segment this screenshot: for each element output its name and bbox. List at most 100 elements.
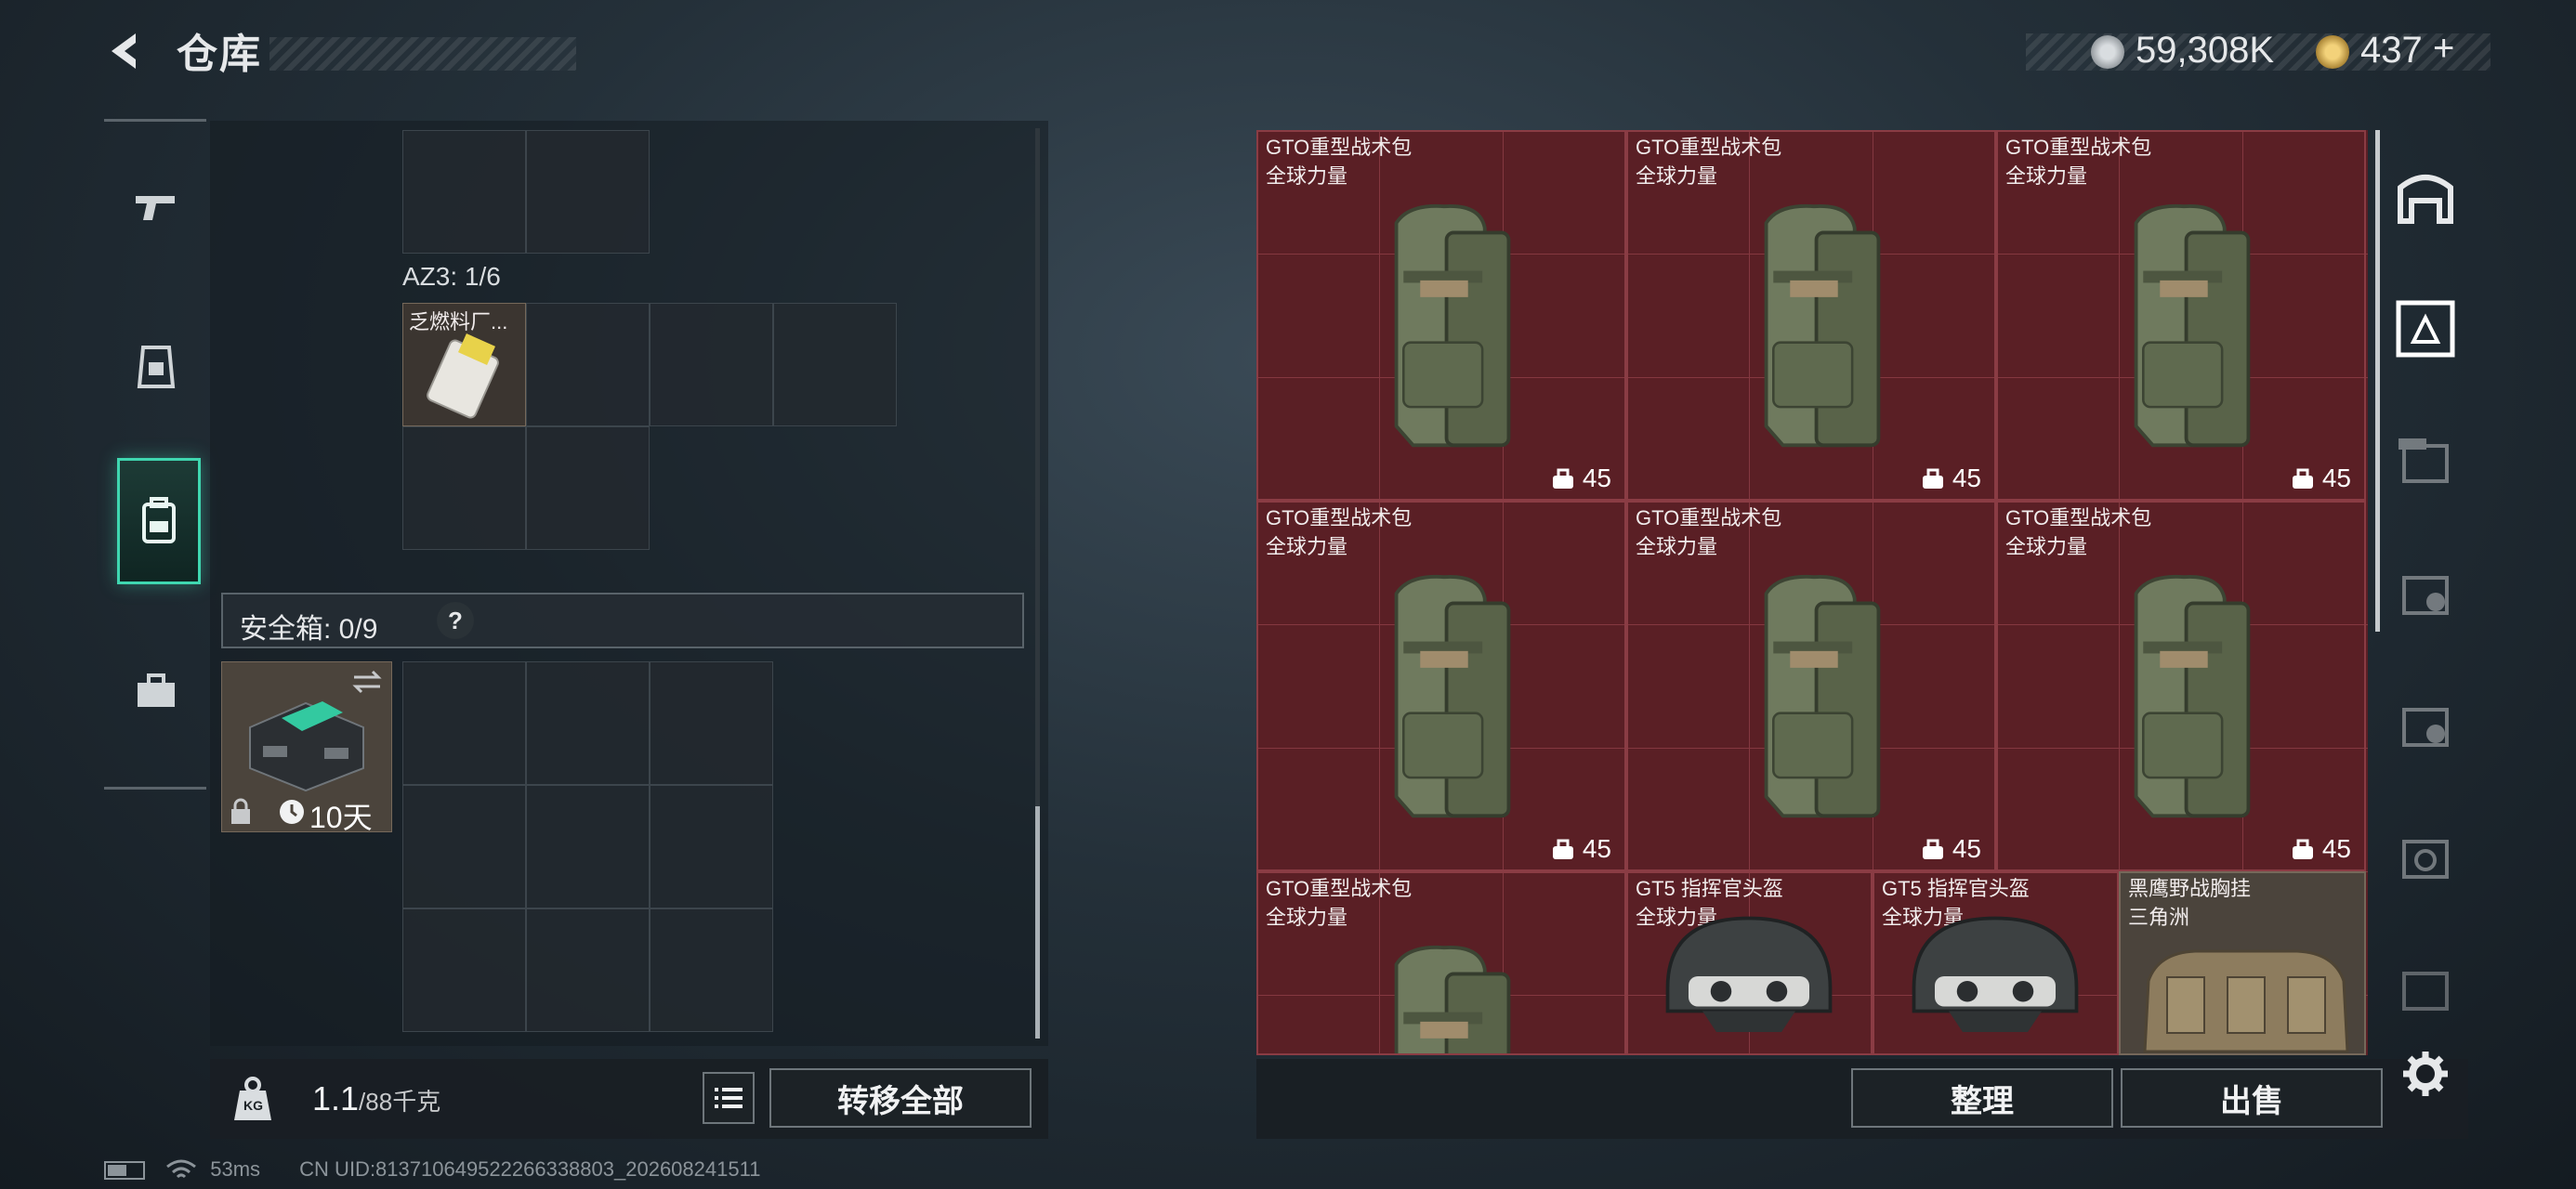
stash-item-backpack[interactable]: GTO重型战术包 全球力量 45 [1996,130,2366,501]
safebox-slot[interactable] [526,661,650,785]
item-name: GT5 指挥官头盔 [1636,877,1783,900]
grid-slot[interactable] [526,426,650,550]
grid-slot[interactable] [773,303,897,426]
weight-value: 1.1 [312,1079,360,1117]
grid-slot[interactable] [402,426,526,550]
capacity-value: 45 [1582,834,1611,863]
stash-tab-iv-icon[interactable] [2393,427,2458,492]
backpack-image [2134,203,2251,448]
capacity-value: 45 [1582,464,1611,492]
stash-item-helmet[interactable]: GT5 指挥官头盔 全球力量 [1873,871,2119,1055]
transfer-all-button[interactable]: 转移全部 [769,1068,1032,1128]
safebox-slot[interactable] [402,661,526,785]
item-name: GT5 指挥官头盔 [1882,877,2030,900]
battery-icon [104,1161,145,1181]
capacity-icon [1922,468,1943,489]
toolbox-tab[interactable] [117,653,195,731]
grid-slot[interactable] [402,130,526,254]
stash-item-helmet[interactable]: GT5 指挥官头盔 全球力量 [1626,871,1873,1055]
list-view-button[interactable] [703,1072,755,1124]
list-icon [715,1088,743,1108]
stash-scrollbar-thumb[interactable] [2375,130,2380,632]
silver-coin-icon [2091,35,2124,69]
capacity-icon [1922,839,1943,859]
az3-capacity-label: AZ3: 1/6 [402,262,501,291]
keycard-icon [427,333,499,419]
safebox-item[interactable]: 10天 [221,661,392,834]
safebox-slot[interactable] [526,908,650,1032]
backpack-image [1764,574,1881,818]
gear-icon[interactable] [2401,1050,2450,1098]
clock-icon [280,800,304,824]
gold-coin-icon [2316,35,2349,69]
sell-button[interactable]: 出售 [2121,1068,2383,1128]
capacity-value: 45 [1952,464,1981,492]
stash-item-backpack[interactable]: GTO重型战术包 全球力量 45 [1996,501,2366,871]
backpack-image [1764,203,1881,448]
title-stripe-decoration [269,37,576,71]
item-capacity: 45 [1551,834,1611,864]
capacity-value: 45 [2321,834,2351,863]
inventory-footer: KG 1.1 /88千克 转移全部 [210,1059,1048,1139]
item-capacity: 45 [1551,464,1611,493]
item-faction: 全球力量 [2005,164,2088,188]
item-name: 黑鹰野战胸挂 [2128,877,2252,900]
capacity-icon [1552,839,1573,859]
add-premium-button[interactable]: + [2433,28,2454,70]
safebox-slot[interactable] [402,908,526,1032]
warehouse-icon[interactable] [2393,163,2458,229]
safebox-slot[interactable] [650,785,773,908]
safebox-case-icon [249,701,364,792]
safebox-header: 安全箱: 0/9 ? [221,593,1024,648]
back-arrow-icon[interactable] [102,28,149,74]
safebox-help-button[interactable]: ? [437,602,474,639]
capacity-icon [2292,839,2313,859]
item-faction: 全球力量 [1636,164,1718,188]
stash-tab-v-icon[interactable] [2393,823,2458,888]
uid-readout: CN UID:813710649522266338803_20260824151… [299,1157,761,1181]
capacity-value: 45 [1952,834,1981,863]
helmet-image [1665,916,1833,1034]
stash-item-backpack[interactable]: GTO重型战术包 全球力量 [1256,871,1626,1055]
stash-item-chest-rig[interactable]: 黑鹰野战胸挂 三角洲 [2119,871,2366,1055]
item-capacity: 45 [2291,464,2351,493]
armor-tab[interactable] [117,328,195,406]
backpack-icon [142,497,176,543]
safebox-time-remaining: 10天 [309,801,373,834]
backpack-tab[interactable] [117,458,201,584]
safebox-slot[interactable] [526,785,650,908]
fuel-plant-keycard-item[interactable]: 乏燃料厂... [402,303,526,426]
stash-item-backpack[interactable]: GTO重型战术包 全球力量 45 [1256,501,1626,871]
inventory-scrollbar-thumb[interactable] [1035,806,1040,1039]
stash-footer: 整理 出售 [1256,1059,2468,1139]
wifi-icon [166,1159,197,1179]
chest-rig-image [2143,949,2349,1053]
weight-readout: 1.1 /88千克 [312,1079,440,1118]
stash-tab-iv-2-icon[interactable] [2393,691,2458,756]
item-capacity: 45 [1921,834,1981,864]
stash-tab-gti-2-icon[interactable] [2393,955,2458,1020]
stash-item-backpack[interactable]: GTO重型战术包 全球力量 45 [1626,130,1996,501]
weapons-tab[interactable] [117,168,195,246]
item-faction: 全球力量 [1266,164,1348,188]
premium-amount: 437 [2360,30,2423,71]
sort-button[interactable]: 整理 [1851,1068,2113,1128]
safebox-slot[interactable] [650,908,773,1032]
capacity-icon [1552,468,1573,489]
stash-tab-gti-active-icon[interactable] [2393,295,2458,360]
grid-slot[interactable] [526,130,650,254]
capacity-icon [2292,468,2313,489]
stash-tab-gti-icon[interactable] [2393,559,2458,624]
status-footer: 53ms CN UID:813710649522266338803_202608… [104,1157,760,1182]
item-faction: 全球力量 [2005,535,2088,558]
safebox-slot[interactable] [650,661,773,785]
vest-icon [137,346,176,388]
weight-max: /88千克 [359,1088,441,1116]
backpack-image [1394,574,1511,818]
safebox-slot[interactable] [402,785,526,908]
item-faction: 全球力量 [1266,535,1348,558]
stash-item-backpack[interactable]: GTO重型战术包 全球力量 45 [1256,130,1626,501]
grid-slot[interactable] [650,303,773,426]
grid-slot[interactable] [526,303,650,426]
stash-item-backpack[interactable]: GTO重型战术包 全球力量 45 [1626,501,1996,871]
